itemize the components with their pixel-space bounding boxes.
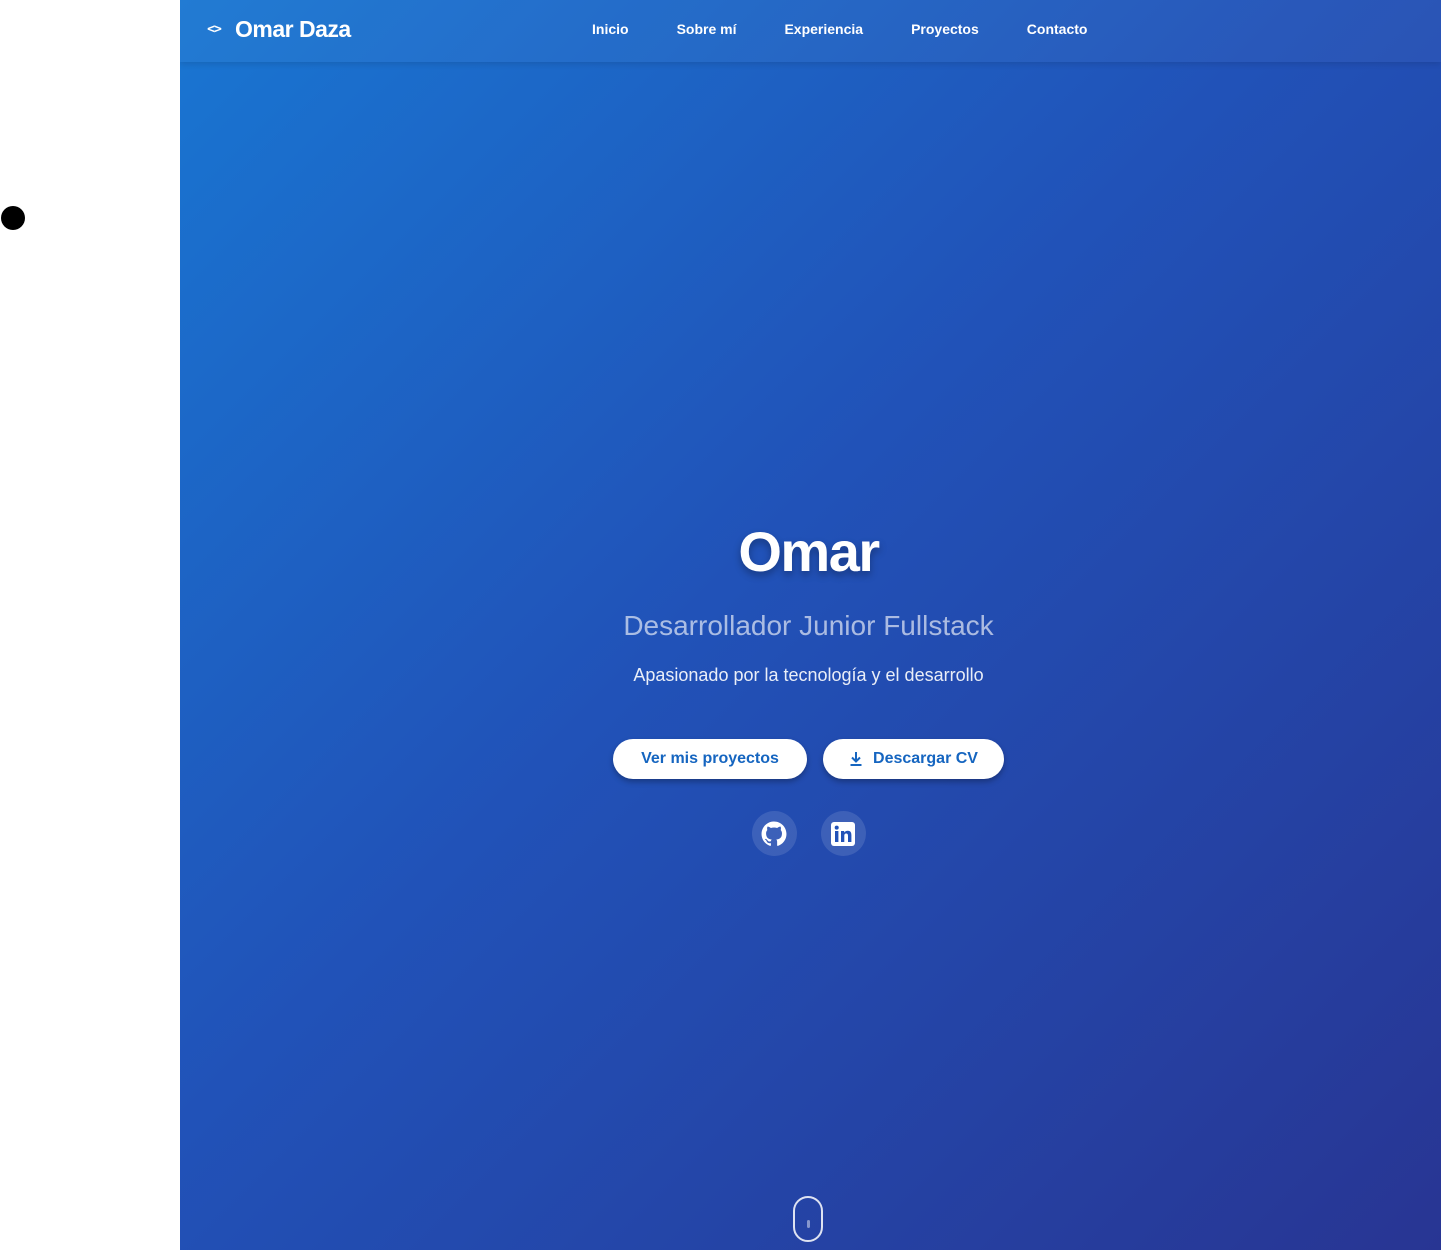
brand-logo[interactable]: <> Omar Daza	[205, 14, 351, 44]
nav-link-sobre-mi[interactable]: Sobre mí	[653, 21, 761, 37]
view-projects-label: Ver mis proyectos	[641, 750, 779, 767]
brand-name: Omar Daza	[235, 15, 351, 42]
download-icon	[850, 752, 862, 766]
hero-section: <> Omar Daza Inicio Sobre mí Experiencia…	[180, 0, 1441, 1250]
download-cv-label: Descargar CV	[873, 750, 978, 767]
hero-buttons: Ver mis proyectos Descargar CV	[180, 739, 1437, 779]
scroll-wheel	[807, 1220, 810, 1228]
github-icon	[761, 821, 787, 846]
download-cv-button[interactable]: Descargar CV	[823, 739, 1004, 779]
code-icon: <>	[207, 21, 222, 37]
github-link[interactable]	[751, 811, 797, 856]
nav-link-inicio[interactable]: Inicio	[568, 21, 653, 37]
cursor-dot	[1, 206, 25, 230]
left-blank-area	[0, 0, 180, 1250]
linkedin-icon	[831, 821, 855, 846]
navbar: <> Omar Daza Inicio Sobre mí Experiencia…	[180, 0, 1441, 62]
hero-name: Omar	[738, 520, 880, 583]
nav-link-contacto[interactable]: Contacto	[1003, 21, 1112, 37]
linkedin-link[interactable]	[820, 811, 866, 856]
hero-role: Desarrollador Junior Fullstack	[623, 610, 994, 641]
mouse-scroll-icon[interactable]	[793, 1196, 823, 1242]
nav-link-experiencia[interactable]: Experiencia	[760, 21, 887, 37]
hero-tagline: Apasionado por la tecnología y el desarr…	[633, 665, 984, 685]
hero-content: Omar Desarrollador Junior Fullstack Apas…	[180, 512, 1437, 856]
view-projects-button[interactable]: Ver mis proyectos	[613, 739, 807, 779]
nav-link-proyectos[interactable]: Proyectos	[887, 21, 1003, 37]
nav-links: Inicio Sobre mí Experiencia Proyectos Co…	[568, 0, 1111, 58]
social-links	[180, 811, 1437, 856]
